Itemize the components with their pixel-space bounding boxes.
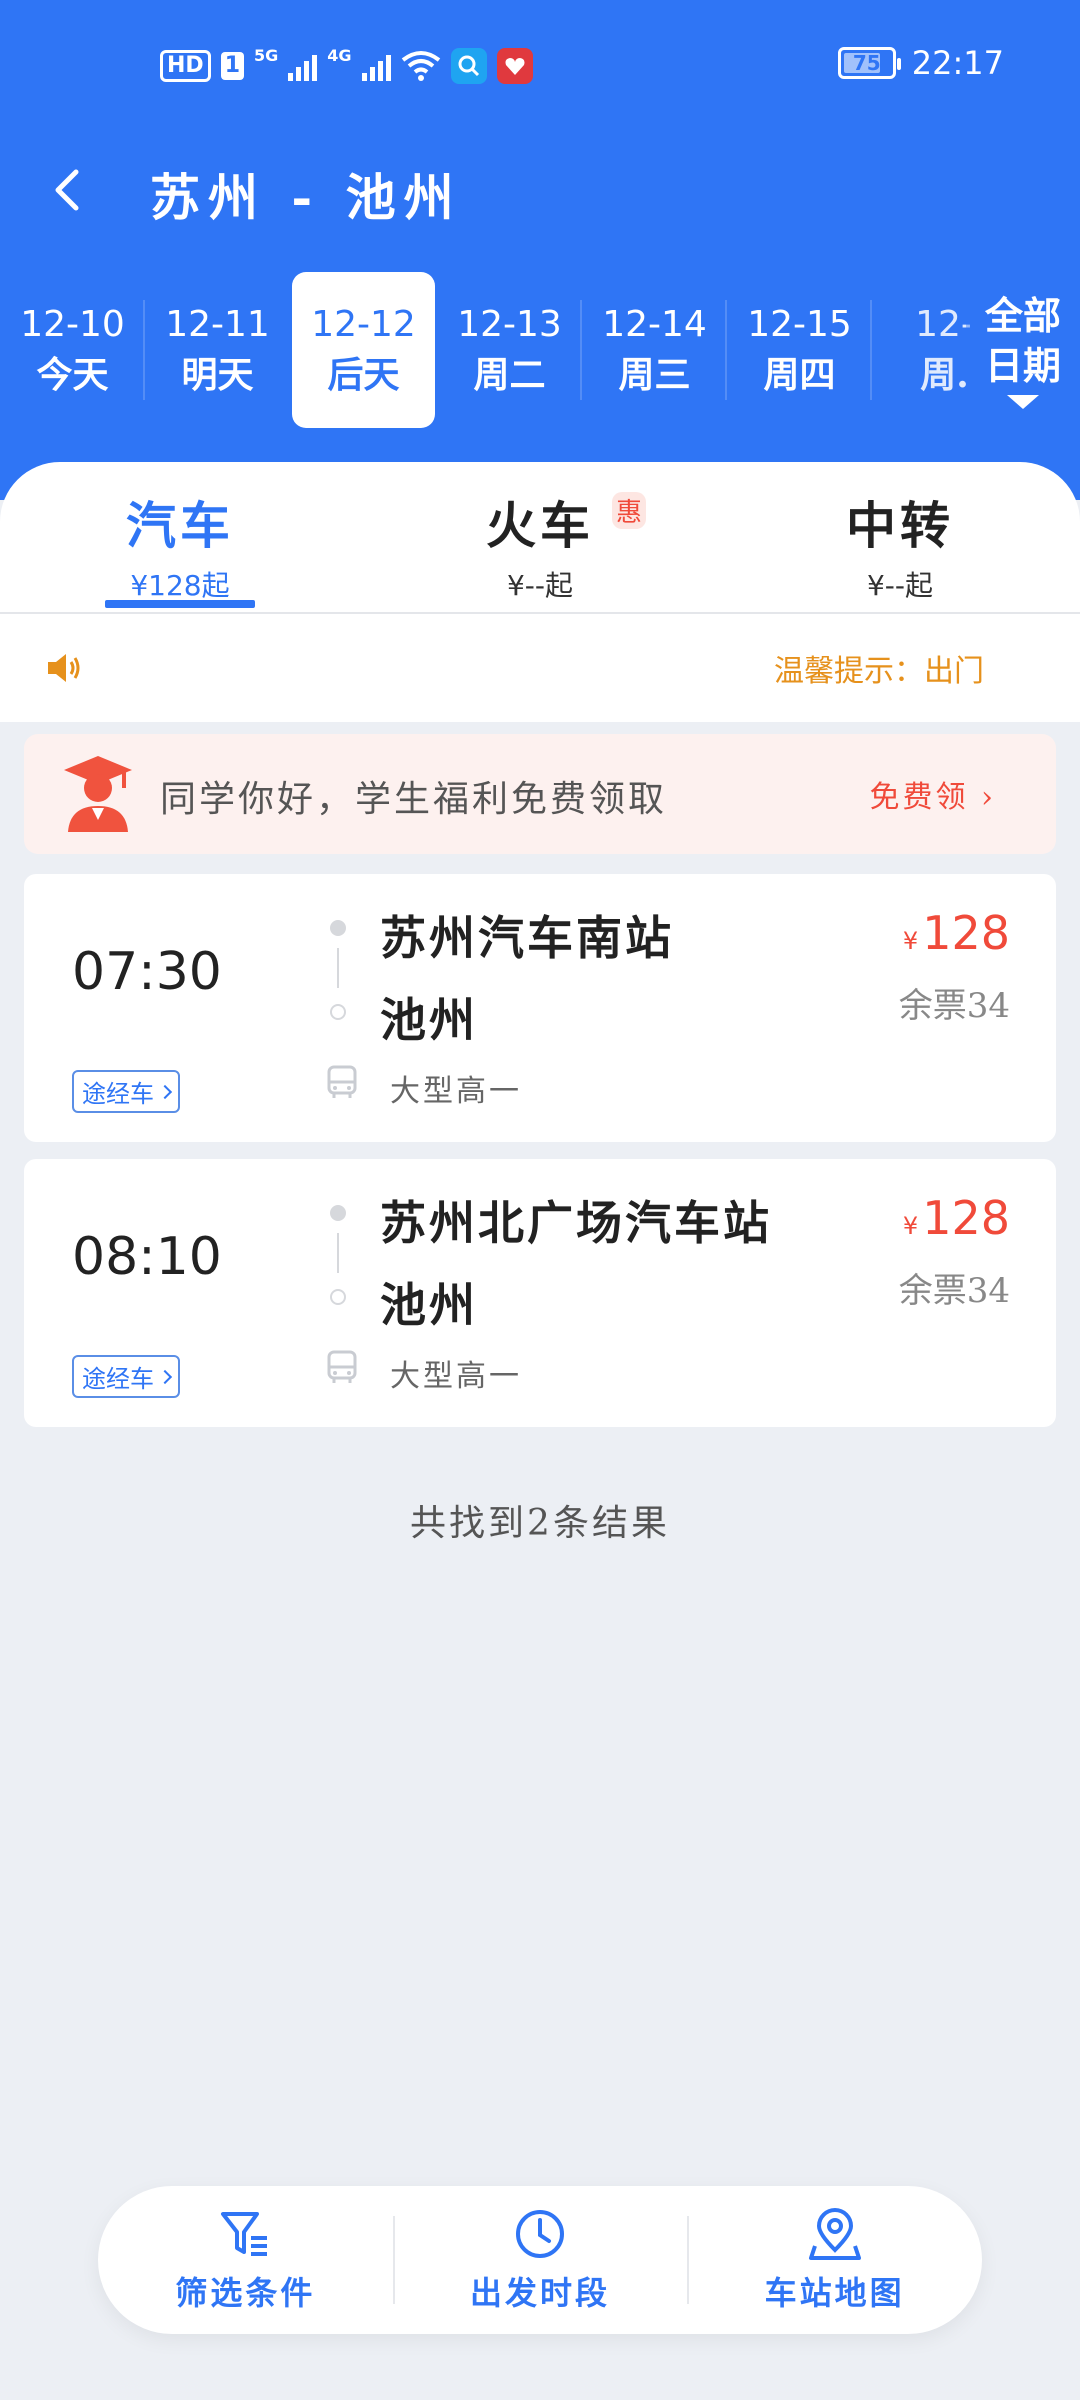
search-app-icon xyxy=(450,48,487,84)
graduate-icon xyxy=(64,756,132,832)
status-bar: HD 1 5G 4G 75 22:17 xyxy=(0,0,1080,130)
date-item[interactable]: 12-13 周二 xyxy=(437,272,582,428)
network-type-1: 5G xyxy=(254,46,279,65)
promo-text: 同学你好，学生福利免费领取 xyxy=(160,779,668,820)
tab-bus[interactable]: 汽车 ¥128起 xyxy=(0,462,360,612)
tab-underline xyxy=(105,600,255,608)
map-pin-icon xyxy=(808,2208,861,2260)
via-route-button[interactable]: 途经车 xyxy=(72,1355,180,1398)
network-type-2: 4G xyxy=(327,46,352,65)
sim-indicator: 1 xyxy=(220,52,244,80)
date-item[interactable]: 12-14 周三 xyxy=(582,272,727,428)
date-item[interactable]: 12-10 今天 xyxy=(0,272,145,428)
origin-dot xyxy=(330,1205,346,1221)
destination-station: 池州 xyxy=(380,993,478,1047)
notice-bar[interactable]: 温馨提示：出门 xyxy=(0,614,1080,722)
transport-panel: 汽车 ¥128起 火车惠 ¥--起 中转 ¥--起 温馨提示：出门 xyxy=(0,462,1080,722)
origin-dot xyxy=(330,920,346,936)
clock-time: 22:17 xyxy=(911,44,1004,82)
triangle-down-icon xyxy=(1007,395,1039,409)
free-claim-button[interactable]: 免费领 › xyxy=(869,772,996,816)
all-dates-button[interactable]: 全部 日期 xyxy=(966,262,1080,438)
app-header: 苏州 - 池州 xyxy=(0,140,1080,240)
origin-station: 苏州北广场汽车站 xyxy=(380,1196,772,1250)
chevron-right-icon xyxy=(157,1084,173,1099)
back-arrow-icon[interactable] xyxy=(40,160,100,220)
origin-station: 苏州汽车南站 xyxy=(380,911,674,965)
tab-train[interactable]: 火车惠 ¥--起 xyxy=(360,462,720,612)
ticket-price: ¥128 xyxy=(902,1191,1010,1245)
bus-icon xyxy=(327,1065,357,1098)
date-item[interactable]: 12- 周. xyxy=(872,272,970,428)
notice-text: 温馨提示：出门 xyxy=(774,654,984,689)
date-item-selected[interactable]: 12-12 后天 xyxy=(292,272,435,428)
via-route-button[interactable]: 途经车 xyxy=(72,1070,180,1113)
route-title: 苏州 - 池州 xyxy=(150,168,462,227)
date-selector: 12-10 今天 12-11 明天 12-12 后天 12-13 周二 12-14 周三 … xyxy=(0,272,970,428)
bus-type: 大型高一 xyxy=(390,1074,522,1109)
student-promo-banner[interactable]: 同学你好，学生福利免费领取 免费领 › xyxy=(24,734,1056,854)
remaining-tickets: 余票34 xyxy=(898,1271,1010,1311)
departure-time: 07:30 xyxy=(72,942,222,1002)
remaining-tickets: 余票34 xyxy=(898,986,1010,1026)
wifi-icon xyxy=(401,51,440,81)
signal-icon xyxy=(288,51,318,81)
ticket-card[interactable]: 07:30 途经车 苏州汽车南站 池州 大型高一 ¥128 余票34 xyxy=(24,874,1056,1142)
tab-transfer[interactable]: 中转 ¥--起 xyxy=(720,462,1080,612)
filter-icon xyxy=(221,2212,268,2256)
transport-tabs: 汽车 ¥128起 火车惠 ¥--起 中转 ¥--起 xyxy=(0,462,1080,612)
departure-time-button[interactable]: 出发时段 xyxy=(392,2186,688,2334)
destination-station: 池州 xyxy=(380,1278,478,1332)
status-right: 75 22:17 xyxy=(837,44,1004,82)
route-line xyxy=(337,948,339,988)
departure-time: 08:10 xyxy=(72,1227,222,1287)
ticket-price: ¥128 xyxy=(902,906,1010,960)
shopping-app-icon xyxy=(496,48,533,84)
discount-badge: 惠 xyxy=(611,492,646,529)
bus-icon xyxy=(327,1350,357,1383)
destination-dot xyxy=(330,1004,346,1020)
result-count: 共找到2条结果 xyxy=(410,1503,670,1544)
filter-button[interactable]: 筛选条件 xyxy=(98,2186,393,2334)
date-item[interactable]: 12-15 周四 xyxy=(727,272,872,428)
station-map-button[interactable]: 车站地图 xyxy=(687,2186,982,2334)
signal-icon-2 xyxy=(361,51,391,81)
chevron-right-icon xyxy=(157,1369,173,1384)
destination-dot xyxy=(330,1289,346,1305)
speaker-icon xyxy=(48,654,80,682)
hd-indicator: HD xyxy=(160,50,211,82)
bottom-action-bar: 筛选条件 出发时段 车站地图 xyxy=(98,2186,982,2334)
route-line xyxy=(337,1233,339,1273)
date-item[interactable]: 12-11 明天 xyxy=(145,272,290,428)
status-left: HD 1 5G 4G xyxy=(160,48,533,84)
bus-type: 大型高一 xyxy=(390,1359,522,1394)
clock-icon xyxy=(516,2210,564,2258)
battery-icon: 75 xyxy=(837,47,901,79)
ticket-card[interactable]: 08:10 途经车 苏州北广场汽车站 池州 大型高一 ¥128 余票34 xyxy=(24,1159,1056,1427)
